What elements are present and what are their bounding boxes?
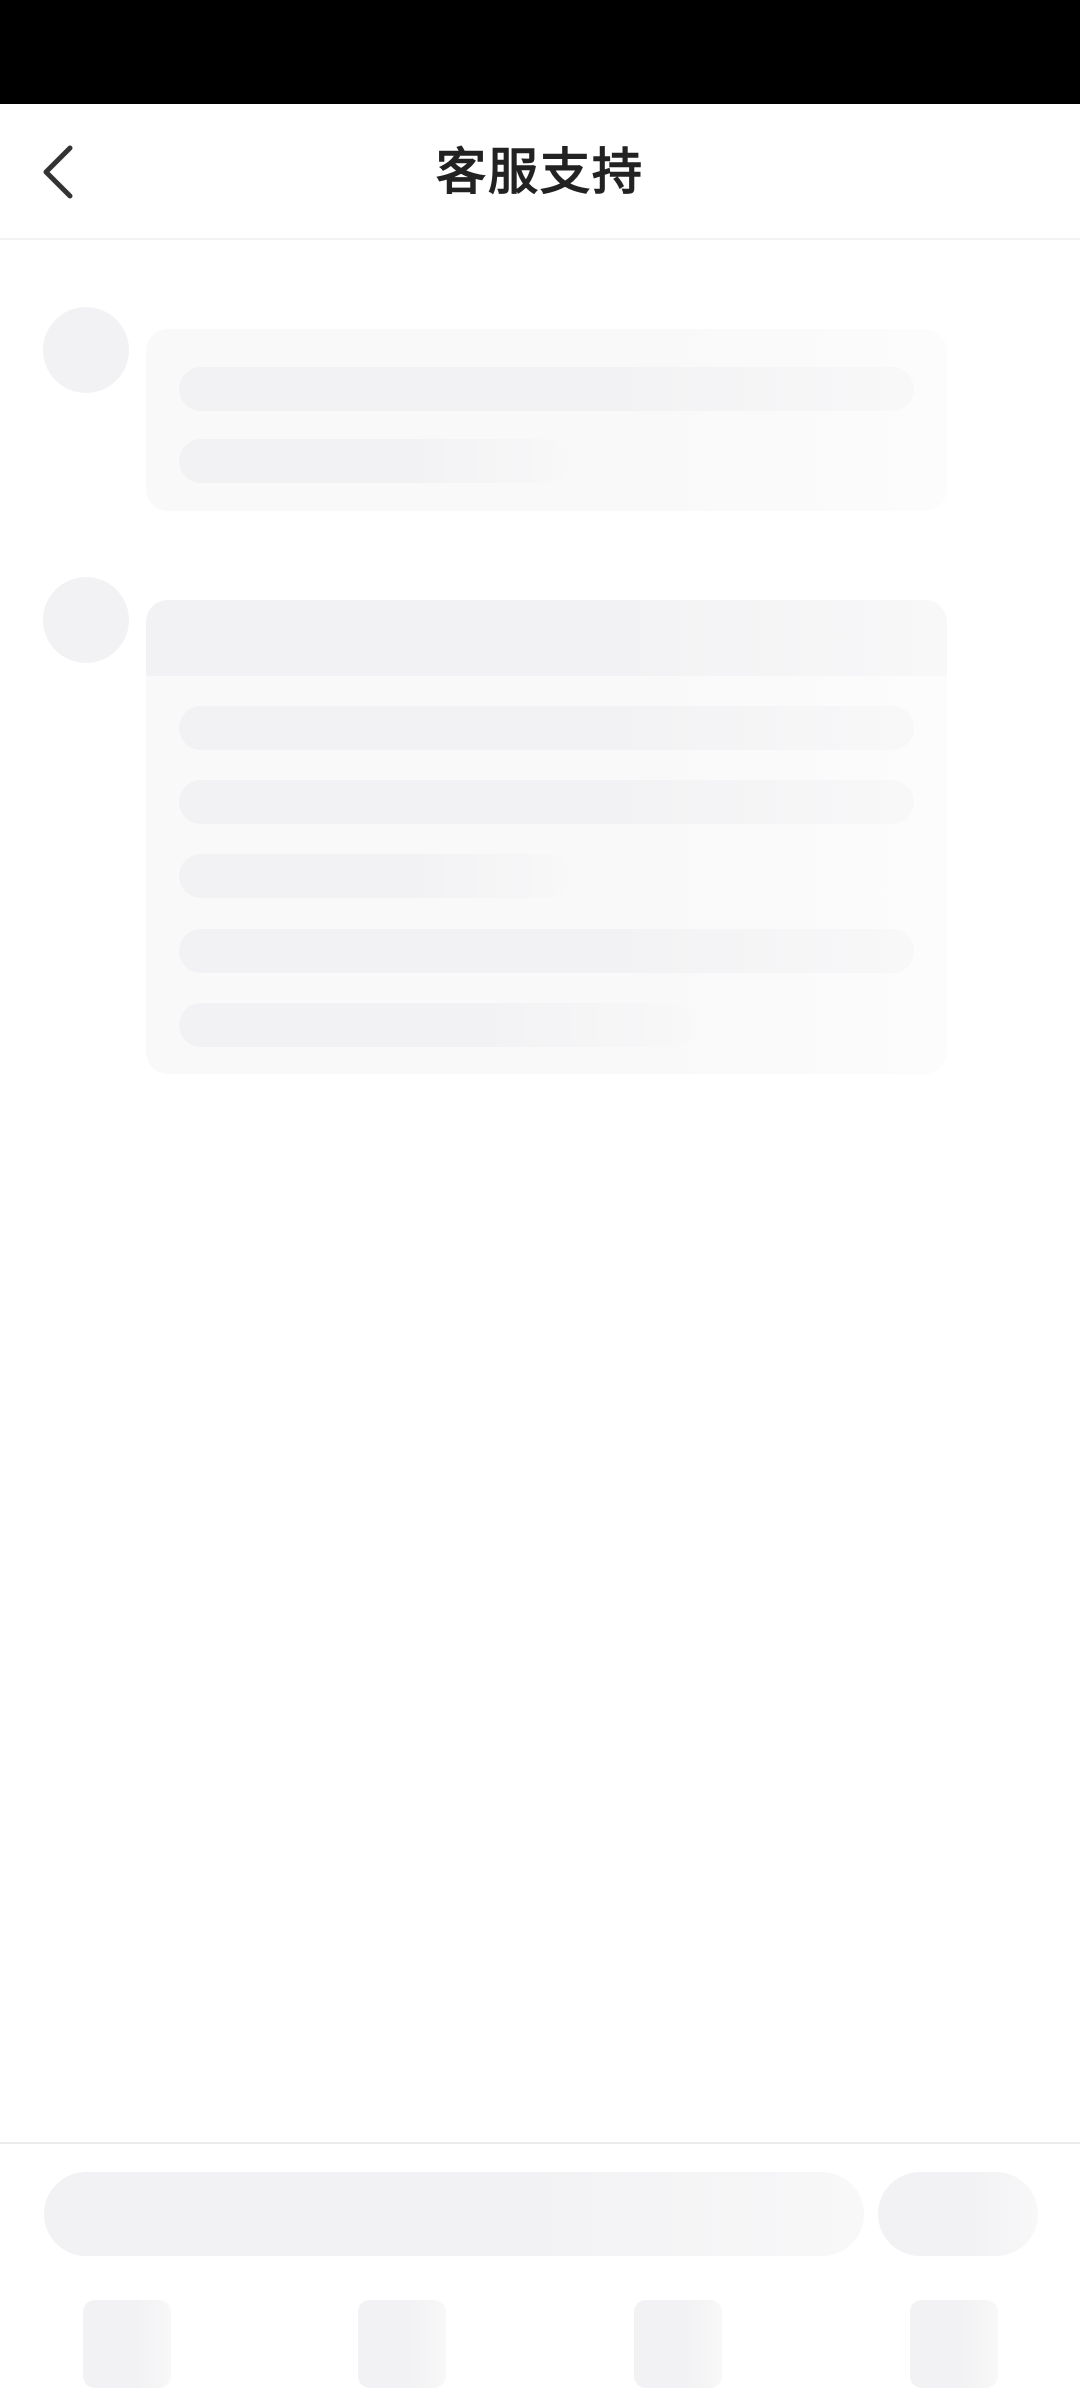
message-bubble-skeleton (146, 329, 947, 511)
message-card-skeleton (146, 600, 947, 1074)
toolbar-item-skeleton[interactable] (634, 2300, 722, 2388)
message-composer (0, 2142, 1080, 2400)
send-button-skeleton[interactable] (878, 2172, 1038, 2256)
text-line-skeleton (179, 367, 914, 411)
page-title: 客服支持 (436, 143, 644, 201)
card-header-skeleton (146, 600, 947, 676)
text-line-skeleton (179, 929, 914, 973)
avatar-skeleton (43, 577, 129, 663)
status-bar (0, 0, 1080, 104)
text-line-skeleton (179, 1003, 693, 1047)
avatar-skeleton (43, 307, 129, 393)
text-line-skeleton (179, 439, 569, 483)
toolbar-item-skeleton[interactable] (910, 2300, 998, 2388)
text-line-skeleton (179, 780, 914, 824)
customer-support-screen: 客服支持 (0, 0, 1080, 2400)
message-input-skeleton[interactable] (44, 2172, 864, 2256)
toolbar-item-skeleton[interactable] (358, 2300, 446, 2388)
text-line-skeleton (179, 706, 914, 750)
text-line-skeleton (179, 854, 569, 898)
nav-header: 客服支持 (0, 104, 1080, 240)
toolbar-item-skeleton[interactable] (83, 2300, 171, 2388)
